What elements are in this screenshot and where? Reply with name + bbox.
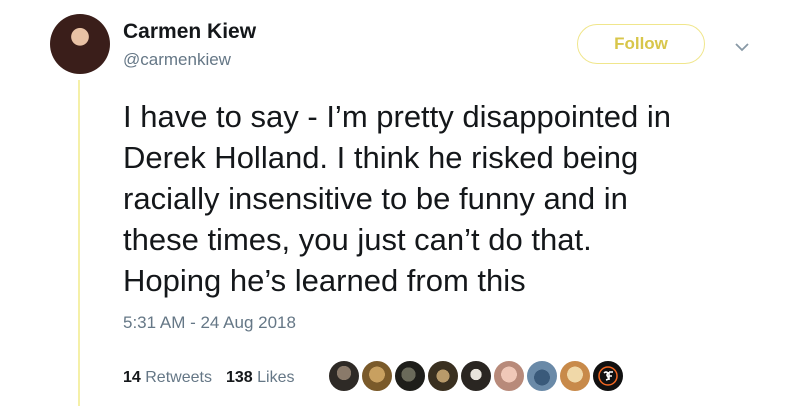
retweets-label: Retweets [145, 369, 212, 386]
liker-avatar[interactable] [427, 360, 459, 392]
liker-avatar[interactable] [460, 360, 492, 392]
author-avatar[interactable] [50, 14, 110, 74]
likes-stat[interactable]: 138 Likes [226, 369, 295, 387]
liker-avatar[interactable] [493, 360, 525, 392]
sf-logo-icon [598, 366, 618, 386]
follow-button[interactable]: Follow [577, 24, 705, 64]
likes-count: 138 [225, 369, 253, 386]
liker-avatar[interactable] [394, 360, 426, 392]
retweets-stat[interactable]: 14 Retweets [123, 369, 212, 387]
liker-avatar[interactable] [559, 360, 591, 392]
likes-label: Likes [257, 369, 295, 386]
author-display-name[interactable]: Carmen Kiew [123, 20, 256, 44]
thread-line [78, 80, 80, 406]
sf-giants-logo-avatar[interactable] [592, 360, 624, 392]
liker-avatar[interactable] [328, 360, 360, 392]
retweets-count: 14 [123, 369, 141, 386]
tweet-timestamp[interactable]: 5:31 AM - 24 Aug 2018 [123, 313, 296, 333]
chevron-down-icon[interactable] [733, 40, 751, 54]
author-handle[interactable]: @carmenkiew [123, 50, 231, 70]
liker-avatar[interactable] [526, 360, 558, 392]
liker-avatars [328, 360, 625, 394]
liker-avatar[interactable] [361, 360, 393, 392]
tweet-text: I have to say - I’m pretty disappointed … [123, 99, 671, 298]
tweet-stats: 14 Retweets 138 Likes [123, 369, 308, 387]
